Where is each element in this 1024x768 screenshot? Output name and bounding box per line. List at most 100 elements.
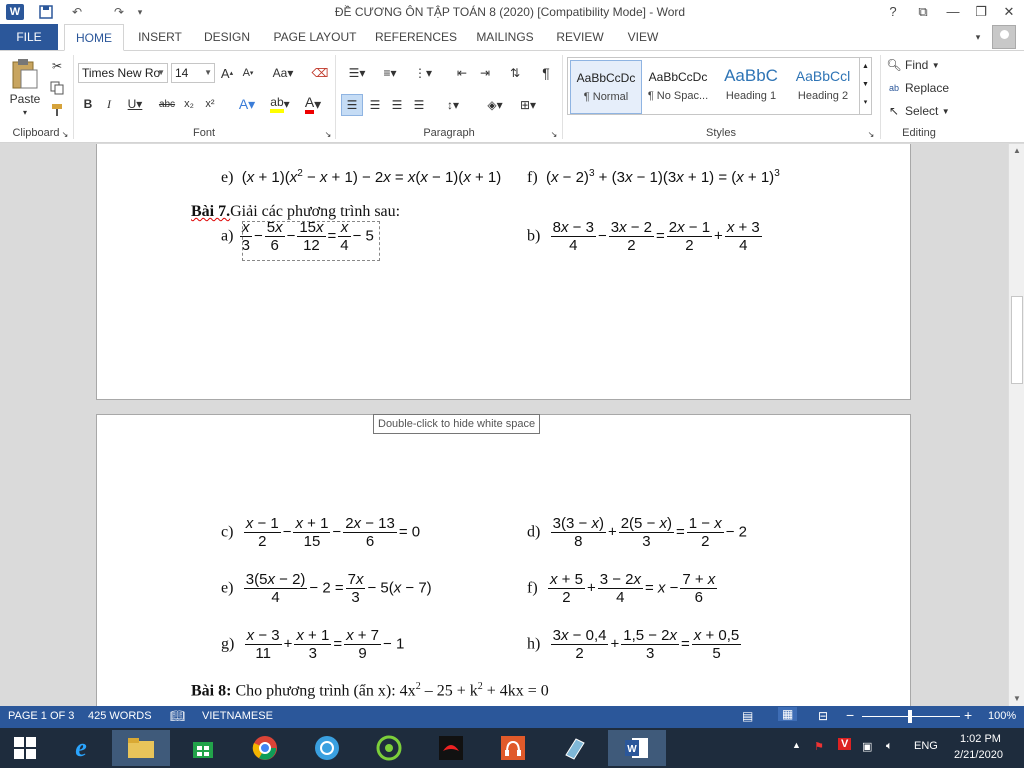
tab-file[interactable]: FILE [0,24,58,50]
equation-7h[interactable]: h) 3x − 0,4 2 +1,5 − 2x 3 = x + 0,5 5 [527,627,743,662]
language-indicator[interactable]: VIETNAMESE [202,710,273,722]
shrink-font-icon[interactable]: A ▾ [239,63,257,83]
tab-mailings[interactable]: MAILINGS [470,24,540,50]
vietkey-icon[interactable]: V [838,738,852,750]
sort-icon[interactable]: ⇅ [505,63,525,83]
tab-page-layout[interactable]: PAGE LAYOUT [268,24,362,50]
replace-button[interactable]: Replace [905,80,965,96]
undo-icon[interactable]: ↶ [66,4,88,20]
store-icon[interactable] [174,730,232,766]
read-mode-icon[interactable]: ▤ [742,709,753,723]
clock-date[interactable]: 2/21/2020 [954,749,1003,761]
align-right-icon[interactable]: ☰ [387,94,407,116]
zoom-slider-thumb[interactable] [908,710,912,723]
coccoc-browser-icon[interactable] [298,730,356,766]
paste-icon[interactable] [8,57,42,91]
select-button[interactable]: Select ▼ [905,103,965,119]
cut-icon[interactable]: ✂ [48,57,66,75]
start-button-icon[interactable] [0,730,50,766]
clear-formatting-icon[interactable]: ⌫ [310,63,330,83]
underline-icon[interactable]: U▾ [122,94,148,114]
close-button[interactable]: ✕ [996,2,1022,22]
save-icon[interactable] [36,4,56,20]
ribbon-display-options-button[interactable]: ⧉ [910,2,936,22]
italic-icon[interactable]: I [101,94,117,114]
increase-indent-icon[interactable]: ⇥ [475,63,495,83]
equation-7b[interactable]: b) 8x − 3 4−3x − 2 2 = 2x − 1 2 + x + 34 [527,219,764,254]
zoom-out-icon[interactable]: − [846,707,854,723]
bullets-icon[interactable]: ☰▾ [342,63,372,83]
network-warning-icon[interactable]: ⚑ [814,740,824,753]
subscript-icon[interactable]: x₂ [180,94,198,114]
styles-gallery-scroll[interactable]: ▲ ▼ ▾ [859,58,871,114]
change-case-icon[interactable]: Aa▾ [268,63,298,83]
bold-icon[interactable]: B [80,94,96,114]
minimize-button[interactable]: — [940,2,966,22]
font-launcher-icon[interactable]: ↘ [323,129,333,139]
select-icon[interactable]: ↖ [886,103,902,119]
font-color-icon[interactable]: A ▾ [299,94,327,114]
find-button[interactable]: Find ▼ [905,57,965,73]
music-app-icon[interactable] [484,730,542,766]
copy-icon[interactable] [48,79,66,97]
styles-launcher-icon[interactable]: ↘ [866,129,876,139]
text-effects-icon[interactable]: A▾ [233,94,261,114]
style-normal[interactable]: AaBbCcDc ¶ Normal [570,60,642,114]
ribbon-collapse-icon[interactable]: ▾ [970,24,986,50]
align-center-icon[interactable]: ☰ [365,94,385,116]
style-heading-1[interactable]: AaBbC Heading 1 [715,60,787,114]
tab-design[interactable]: DESIGN [198,24,256,50]
tab-view[interactable]: VIEW [620,24,666,50]
justify-icon[interactable]: ☰ [409,94,429,116]
font-size-select[interactable]: 14 ▼ [171,63,215,83]
input-language[interactable]: ENG [914,740,938,752]
network-icon[interactable]: ▣ [862,740,872,753]
tab-insert[interactable]: INSERT [132,24,188,50]
print-layout-icon[interactable]: ▦ [778,707,798,721]
word-taskbar-icon[interactable]: W [608,730,666,766]
grow-font-icon[interactable]: A ▴ [218,63,236,83]
customize-qat-icon[interactable]: ▾ [134,4,146,20]
equation-7f[interactable]: f) x + 5 2 +3 − 2x 4 = x −7 + x6 [527,571,719,606]
internet-explorer-icon[interactable]: e [52,730,110,766]
find-icon[interactable]: 🔍︎ [886,57,902,73]
chrome-icon[interactable] [236,730,294,766]
vertical-scrollbar[interactable]: ▲ ▼ [1008,144,1024,706]
numbering-icon[interactable]: ≡▾ [375,63,405,83]
strikethrough-icon[interactable]: abc [156,94,178,114]
file-explorer-icon[interactable] [112,730,170,766]
clipboard-launcher-icon[interactable]: ↘ [60,129,70,139]
notebook-app-icon[interactable] [546,730,604,766]
tab-review[interactable]: REVIEW [552,24,608,50]
format-painter-icon[interactable] [48,101,66,119]
document-page-2[interactable]: c) x − 1 2− x + 1 15−2x − 13 6 = 0 d) 3(3 − x… [96,414,911,706]
scroll-up-icon[interactable]: ▲ [1009,144,1024,158]
equation-7d[interactable]: d) 3(3 − x) 8 +2(5 − x) 3 = 1 − x 2− 2 [527,515,747,550]
equation-7e[interactable]: e) 3(5x − 2) 4− 2 = 7x 3− 5(x − 7) [221,571,432,606]
line-spacing-icon[interactable]: ↕▾ [438,94,468,116]
styles-gallery[interactable]: AaBbCcDc ¶ Normal AaBbCcDc ¶ No Spac... … [567,57,872,115]
decrease-indent-icon[interactable]: ⇤ [452,63,472,83]
paragraph-launcher-icon[interactable]: ↘ [549,129,559,139]
tray-expand-icon[interactable]: ▲ [792,740,801,750]
align-left-icon[interactable]: ☰ [341,94,363,116]
shading-icon[interactable]: ◈▾ [481,94,509,116]
chevron-up-icon[interactable]: ▲ [860,58,871,76]
equation-7c[interactable]: c) x − 1 2− x + 1 15−2x − 13 6 = 0 [221,515,420,550]
restore-button[interactable]: ❐ [968,2,994,22]
paste-dropdown-icon[interactable]: ▾ [18,107,32,117]
borders-icon[interactable]: ⊞▾ [513,94,543,116]
paste-button[interactable]: Paste [6,91,44,107]
chevron-down-icon[interactable]: ▼ [860,76,871,94]
user-avatar[interactable] [992,25,1016,49]
proofing-icon[interactable]: 📖︎ [170,709,185,723]
scrollbar-thumb[interactable] [1011,296,1023,384]
zoom-level[interactable]: 100% [988,710,1016,722]
page-count[interactable]: PAGE 1 OF 3 [8,710,74,722]
redo-icon[interactable]: ↷ [108,4,130,20]
clock-time[interactable]: 1:02 PM [960,733,1001,745]
equation-1e[interactable]: e) (x + 1)(x2 − x + 1) − 2x = x(x − 1)(x… [221,168,501,187]
zoom-in-icon[interactable]: + [964,707,972,723]
multilevel-list-icon[interactable]: ⋮▾ [408,63,438,83]
help-button[interactable]: ? [880,2,906,22]
